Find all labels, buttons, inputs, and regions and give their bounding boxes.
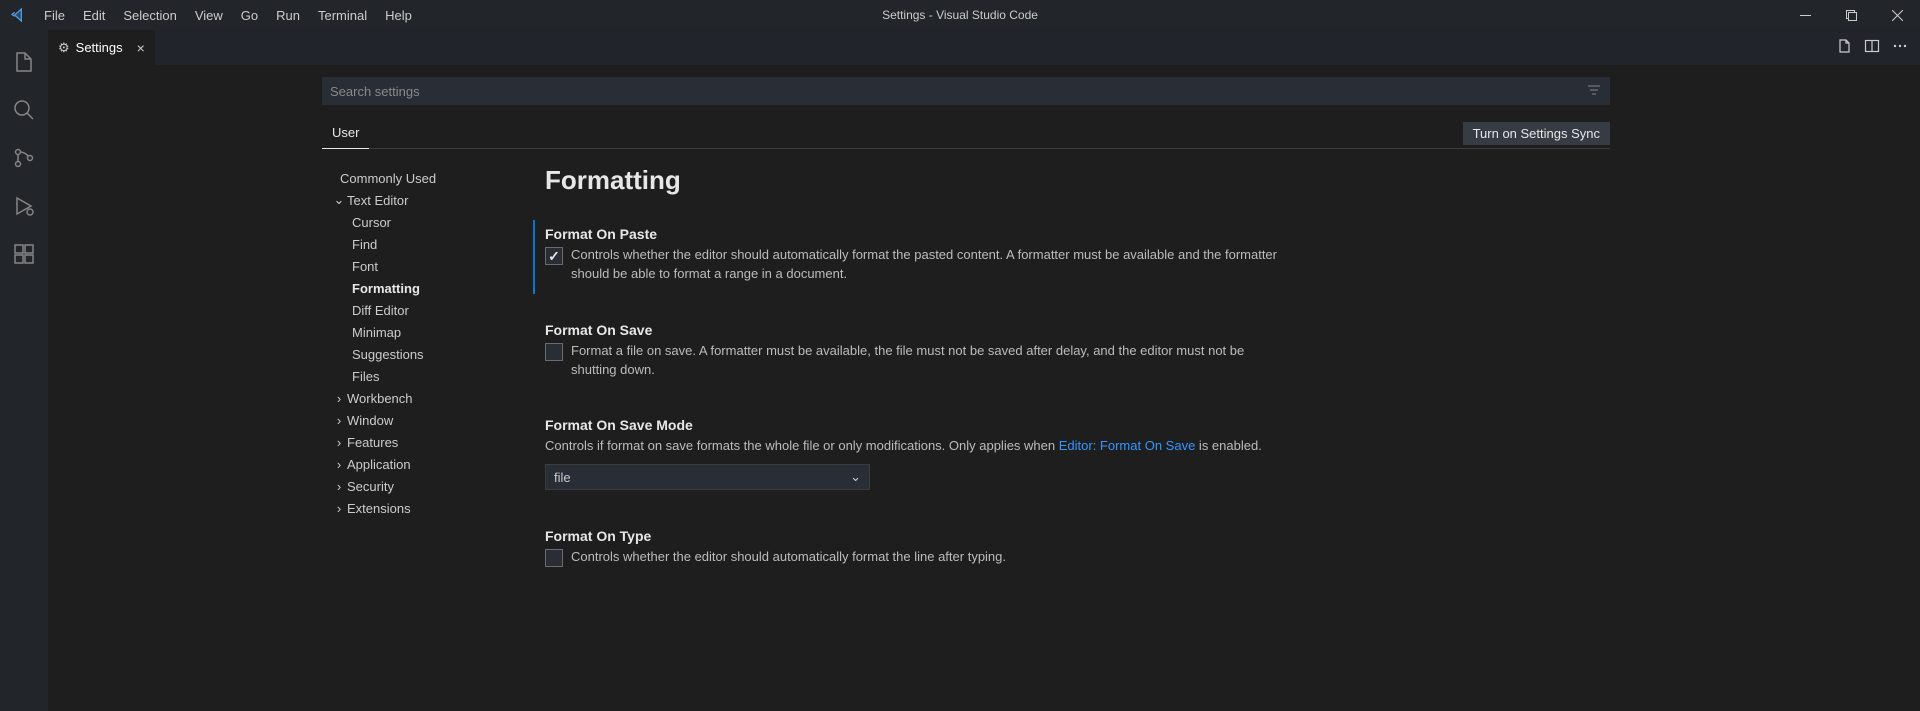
menubar: File Edit Selection View Go Run Terminal… bbox=[35, 0, 421, 30]
menu-help[interactable]: Help bbox=[376, 0, 421, 30]
chevron-right-icon: › bbox=[331, 413, 347, 428]
maximize-button[interactable] bbox=[1828, 0, 1874, 30]
toc-find[interactable]: Find bbox=[322, 233, 527, 255]
extensions-icon[interactable] bbox=[0, 230, 48, 278]
setting-format-on-type: Format On Type Controls whether the edit… bbox=[545, 518, 1610, 581]
search-input[interactable] bbox=[330, 84, 1586, 99]
explorer-icon[interactable] bbox=[0, 38, 48, 86]
setting-description: Controls whether the editor should autom… bbox=[571, 246, 1291, 284]
section-heading: Formatting bbox=[545, 165, 1610, 196]
settings-list: Formatting Format On Paste Controls whet… bbox=[527, 161, 1610, 711]
checkbox-format-on-paste[interactable] bbox=[545, 247, 563, 265]
setting-format-on-save-mode: Format On Save Mode Controls if format o… bbox=[545, 407, 1610, 504]
dropdown-value: file bbox=[554, 470, 571, 485]
dropdown-format-on-save-mode[interactable]: file ⌄ bbox=[545, 464, 870, 490]
setting-description: Controls whether the editor should autom… bbox=[571, 548, 1006, 567]
split-editor-icon[interactable] bbox=[1864, 38, 1880, 57]
setting-description: Controls if format on save formats the w… bbox=[545, 437, 1265, 456]
filter-icon[interactable] bbox=[1586, 82, 1602, 101]
link-format-on-save[interactable]: Editor: Format On Save bbox=[1059, 438, 1196, 453]
toc-security[interactable]: ›Security bbox=[322, 475, 527, 497]
source-control-icon[interactable] bbox=[0, 134, 48, 182]
toc-cursor[interactable]: Cursor bbox=[322, 211, 527, 233]
toc-diff-editor[interactable]: Diff Editor bbox=[322, 299, 527, 321]
menu-file[interactable]: File bbox=[35, 0, 74, 30]
tab-settings[interactable]: ⚙ Settings × bbox=[48, 30, 155, 65]
toc-extensions[interactable]: ›Extensions bbox=[322, 497, 527, 519]
activity-bar bbox=[0, 30, 48, 711]
menu-edit[interactable]: Edit bbox=[74, 0, 114, 30]
open-settings-json-icon[interactable] bbox=[1836, 38, 1852, 57]
toc-application[interactable]: ›Application bbox=[322, 453, 527, 475]
chevron-right-icon: › bbox=[331, 457, 347, 472]
titlebar: File Edit Selection View Go Run Terminal… bbox=[0, 0, 1920, 30]
toc-formatting[interactable]: Formatting bbox=[322, 277, 527, 299]
settings-scope-row: User Turn on Settings Sync bbox=[322, 119, 1610, 149]
editor-area: ⚙ Settings × User Turn on Settings Sync bbox=[48, 30, 1920, 711]
menu-view[interactable]: View bbox=[186, 0, 232, 30]
toc-text-editor[interactable]: ⌄Text Editor bbox=[322, 189, 527, 211]
settings-tab-icon: ⚙ bbox=[58, 40, 70, 56]
chevron-right-icon: › bbox=[331, 391, 347, 406]
checkbox-format-on-type[interactable] bbox=[545, 549, 563, 567]
setting-title: Format On Save Mode bbox=[545, 417, 1610, 433]
chevron-right-icon: › bbox=[331, 435, 347, 450]
setting-title: Format On Type bbox=[545, 528, 1610, 544]
chevron-right-icon: › bbox=[331, 479, 347, 494]
menu-terminal[interactable]: Terminal bbox=[309, 0, 376, 30]
close-button[interactable] bbox=[1874, 0, 1920, 30]
menu-run[interactable]: Run bbox=[267, 0, 309, 30]
close-tab-icon[interactable]: × bbox=[137, 40, 145, 56]
setting-format-on-paste: Format On Paste Controls whether the edi… bbox=[545, 216, 1610, 298]
toc-files[interactable]: Files bbox=[322, 365, 527, 387]
vscode-logo-icon bbox=[0, 7, 35, 23]
window-title: Settings - Visual Studio Code bbox=[882, 8, 1038, 22]
setting-title: Format On Paste bbox=[545, 226, 1610, 242]
more-actions-icon[interactable] bbox=[1892, 38, 1908, 57]
toc-window[interactable]: ›Window bbox=[322, 409, 527, 431]
toc-font[interactable]: Font bbox=[322, 255, 527, 277]
settings-toc: Commonly Used ⌄Text Editor Cursor Find F… bbox=[322, 161, 527, 711]
minimize-button[interactable] bbox=[1782, 0, 1828, 30]
tab-label: Settings bbox=[76, 40, 123, 55]
toc-suggestions[interactable]: Suggestions bbox=[322, 343, 527, 365]
settings-editor: User Turn on Settings Sync Commonly Used… bbox=[48, 65, 1920, 711]
tab-bar: ⚙ Settings × bbox=[48, 30, 1920, 65]
toc-minimap[interactable]: Minimap bbox=[322, 321, 527, 343]
setting-format-on-save: Format On Save Format a file on save. A … bbox=[545, 312, 1610, 394]
search-icon[interactable] bbox=[0, 86, 48, 134]
settings-search[interactable] bbox=[322, 77, 1610, 105]
toc-commonly-used[interactable]: Commonly Used bbox=[322, 167, 527, 189]
setting-title: Format On Save bbox=[545, 322, 1610, 338]
chevron-down-icon: ⌄ bbox=[331, 192, 347, 208]
menu-go[interactable]: Go bbox=[232, 0, 267, 30]
settings-sync-button[interactable]: Turn on Settings Sync bbox=[1463, 122, 1610, 145]
menu-selection[interactable]: Selection bbox=[114, 0, 185, 30]
checkbox-format-on-save[interactable] bbox=[545, 343, 563, 361]
window-controls bbox=[1782, 0, 1920, 30]
chevron-right-icon: › bbox=[331, 501, 347, 516]
scope-user-tab[interactable]: User bbox=[322, 119, 369, 149]
toc-workbench[interactable]: ›Workbench bbox=[322, 387, 527, 409]
chevron-down-icon: ⌄ bbox=[850, 469, 861, 485]
setting-description: Format a file on save. A formatter must … bbox=[571, 342, 1291, 380]
toc-features[interactable]: ›Features bbox=[322, 431, 527, 453]
run-debug-icon[interactable] bbox=[0, 182, 48, 230]
